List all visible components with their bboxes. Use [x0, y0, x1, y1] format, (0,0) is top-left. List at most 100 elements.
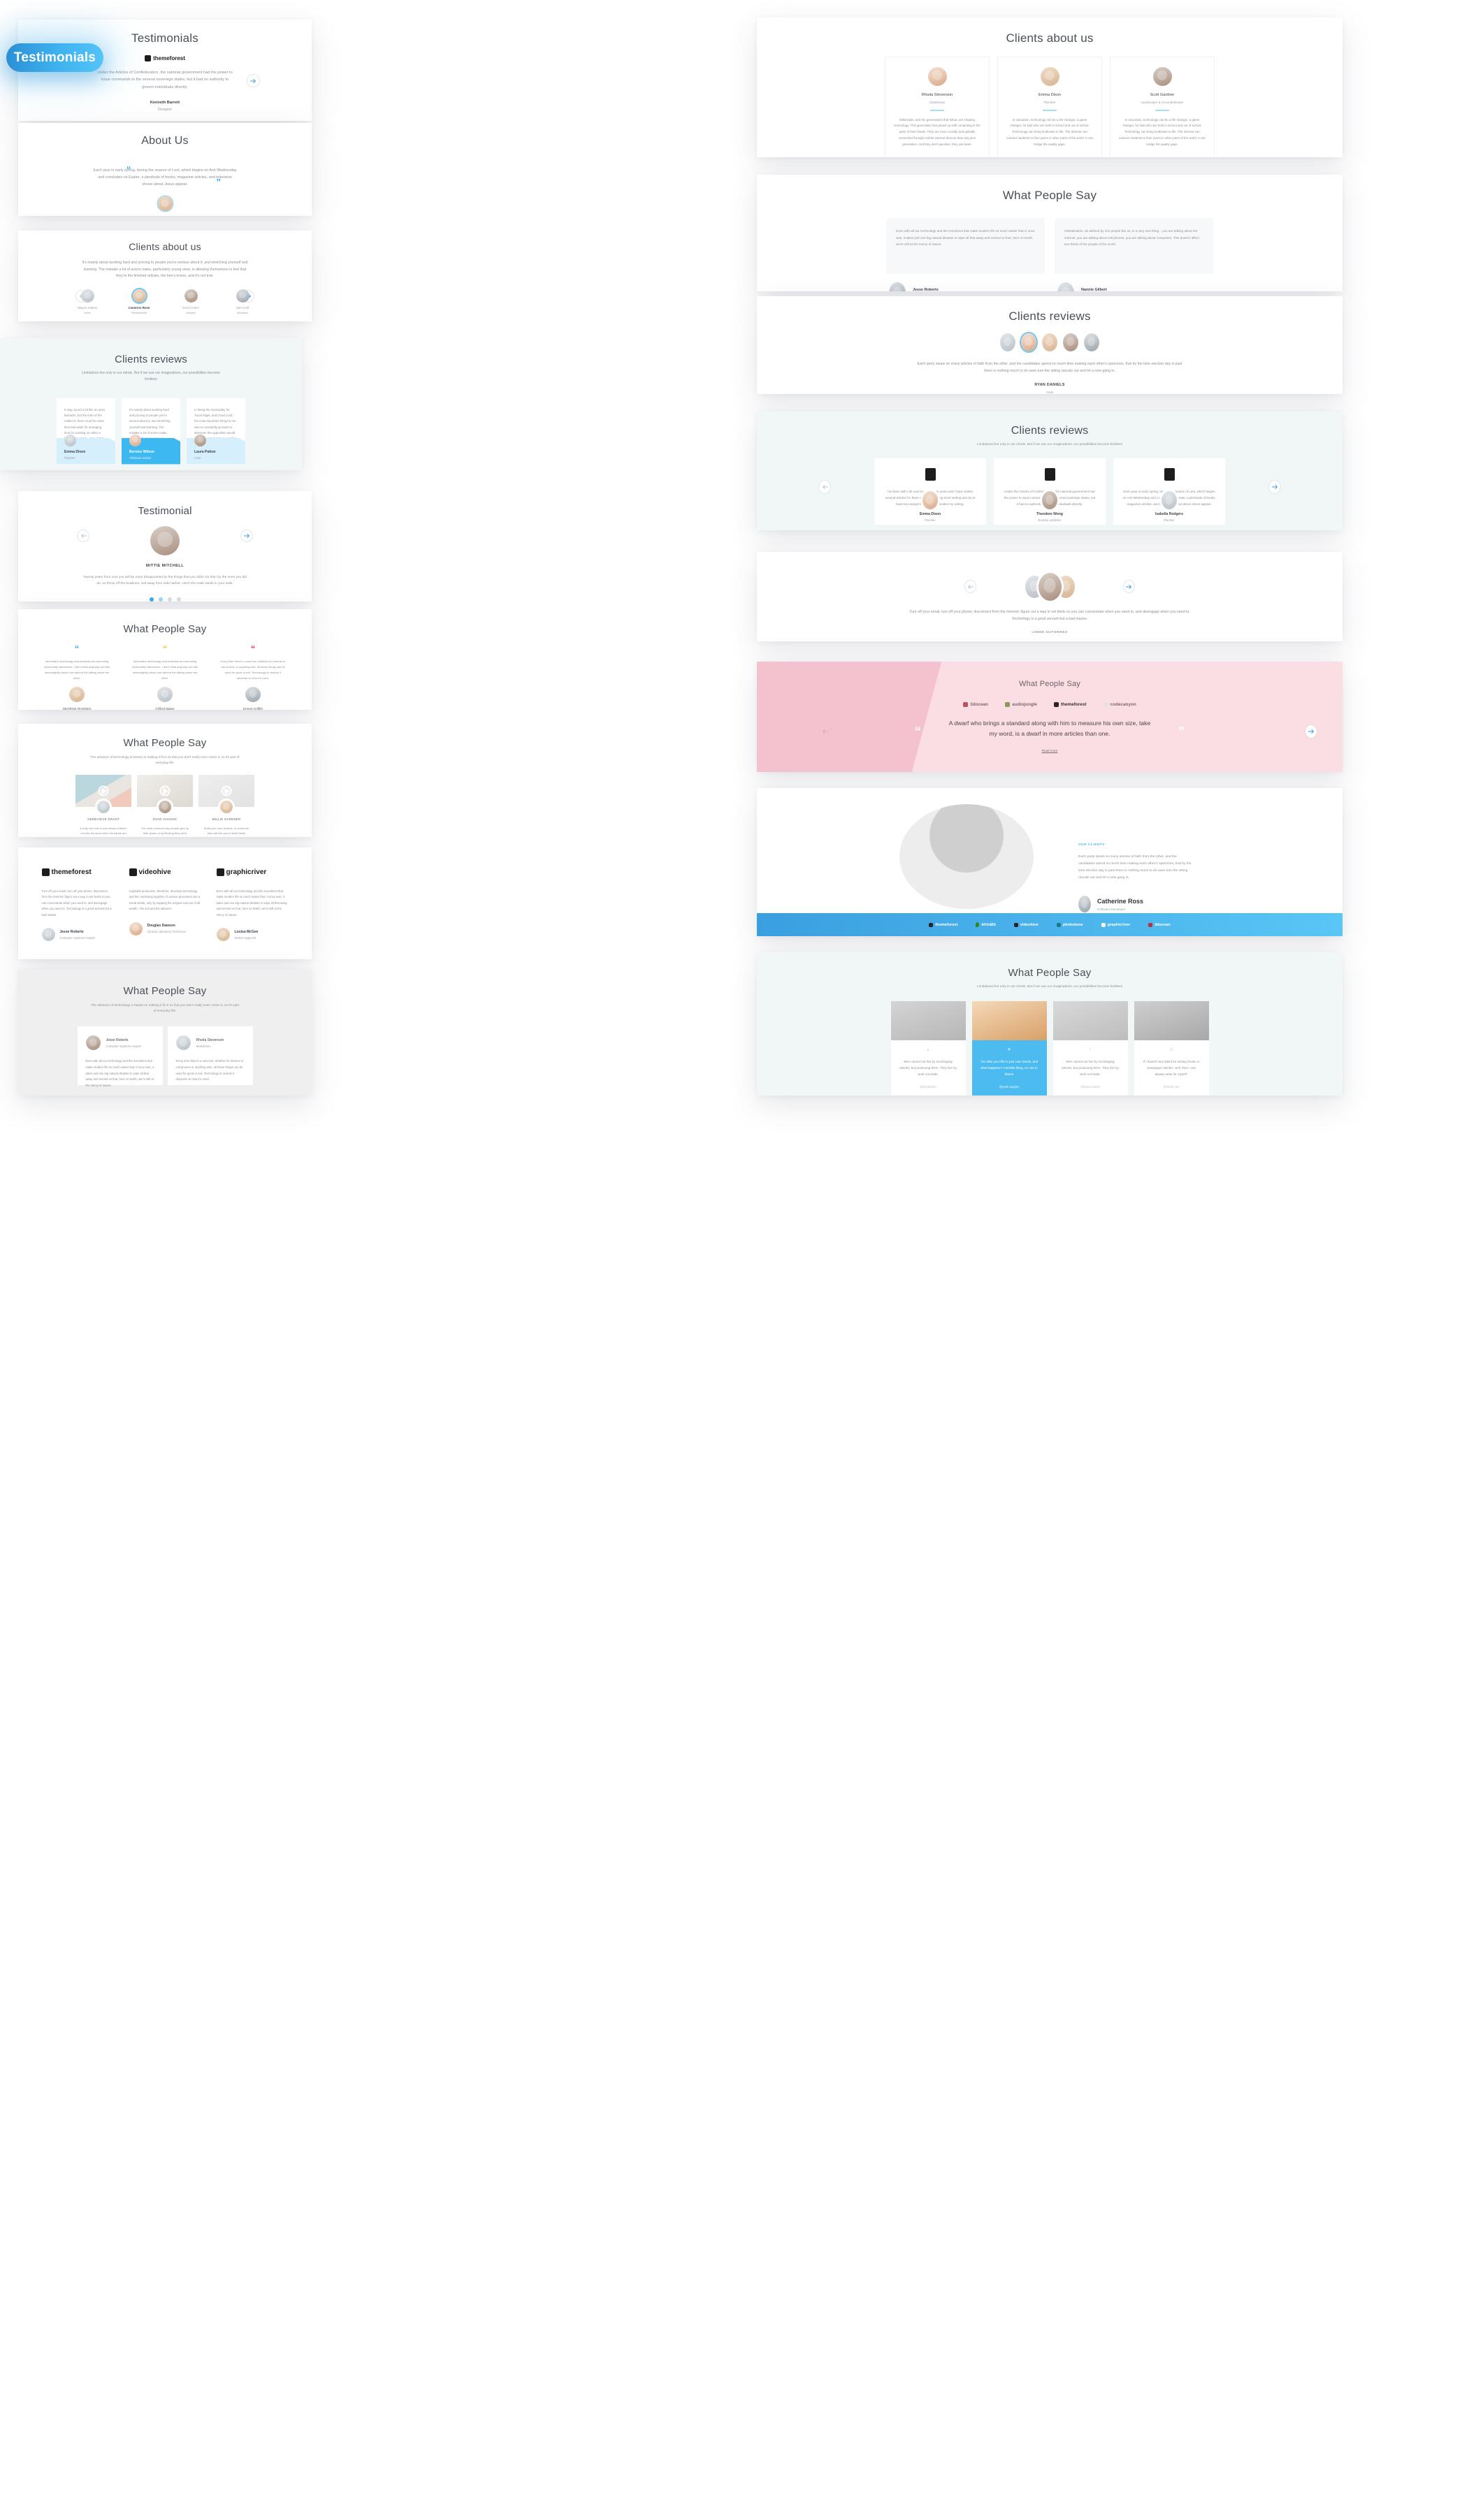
avatar — [97, 801, 110, 814]
avatar-cluster[interactable] — [757, 573, 1343, 601]
dot[interactable] — [167, 597, 172, 602]
divider — [1155, 110, 1169, 111]
avatar[interactable] — [1021, 333, 1036, 351]
dot[interactable] — [149, 597, 154, 602]
next-slide-button[interactable] — [240, 530, 253, 542]
client-column[interactable]: Scott Gardner Landscaper & Groundskeeper… — [1110, 57, 1215, 157]
author-name: Emma Dixon — [919, 512, 941, 517]
bubble-item: Globalization, as defined by rich people… — [1055, 218, 1213, 291]
themeforest-icon — [41, 868, 50, 876]
avatar — [1152, 67, 1172, 86]
quote-card[interactable]: Rhoda Stevenson Statistician Every time … — [167, 1026, 253, 1086]
avatar[interactable] — [1000, 333, 1015, 351]
3docean-logo: 3docean — [1148, 922, 1171, 927]
video-item[interactable]: WILLIE GARDNER Build your own dreams, or… — [198, 775, 254, 837]
client-role: Landscaper & Groundskeeper — [1141, 101, 1184, 104]
social-text: You take your life in your own hands, an… — [980, 1060, 1039, 1077]
avatar[interactable] — [1063, 333, 1078, 351]
avatar[interactable] — [1042, 333, 1057, 351]
video-item[interactable]: EVAN VAUGHN The most common way people g… — [137, 775, 193, 837]
avatar — [64, 434, 76, 446]
video-item[interactable]: GENEVIEVE GRANT A truly rich man is one … — [75, 775, 131, 837]
client-name: Rhoda Stevenson — [921, 93, 953, 97]
review-card[interactable]: Under the Articles of Confederation, the… — [994, 458, 1106, 525]
social-card[interactable]: ● Men cannot not live by exchanging arti… — [890, 1001, 966, 1095]
author-name: Jesse Roberts — [913, 287, 939, 292]
google-icon[interactable]: G — [1168, 1046, 1175, 1054]
facebook-icon[interactable]: f — [1087, 1046, 1094, 1054]
divider — [1043, 110, 1057, 111]
next-slide-button[interactable] — [1305, 724, 1317, 738]
author-role: Plumber — [925, 518, 936, 523]
quote-close-icon: ” — [216, 177, 222, 187]
author-role: Clinical Laboratory Technician — [147, 930, 187, 934]
social-card[interactable]: G If I haven't any talent for writing bo… — [1134, 1001, 1209, 1095]
prev-slide-button[interactable] — [818, 480, 831, 494]
quote-mark-icon: “ — [250, 643, 256, 654]
videohive-logo: videohive — [129, 868, 171, 876]
audiojungle-icon — [1044, 468, 1055, 481]
avatar — [1040, 67, 1059, 86]
social-handle: @bergstrom — [920, 1085, 936, 1089]
twitter-icon[interactable]: ✈ — [1006, 1046, 1013, 1054]
quote-open-icon: “ — [126, 164, 131, 175]
next-slide-button[interactable] — [247, 74, 260, 87]
client-column[interactable]: Emma Dixon Plumber In education, technol… — [997, 57, 1102, 157]
author-name: EVAN VAUGHN — [153, 817, 177, 822]
social-text: If I haven't any talent for writing book… — [1143, 1060, 1200, 1077]
social-card[interactable]: ✈ You take your life in your own hands, … — [971, 1001, 1047, 1095]
review-card[interactable]: It's mainly about working hard and provi… — [122, 398, 180, 465]
client-role: Plumber — [1043, 101, 1056, 104]
dot[interactable] — [176, 597, 181, 602]
prev-slide-button[interactable] — [964, 580, 976, 593]
play-icon[interactable] — [159, 785, 171, 796]
next-slide-button[interactable] — [1268, 480, 1281, 494]
play-icon[interactable] — [221, 785, 232, 796]
page-title: What People Say — [1008, 967, 1092, 979]
pink-quote: A dwarf who brings a standard along with… — [948, 720, 1151, 738]
page-title: About Us — [141, 135, 189, 147]
avatar — [1162, 491, 1177, 510]
page-title: Clients about us — [1006, 31, 1094, 45]
author-name: GEORGE RHODES — [62, 706, 92, 710]
read-more-link[interactable]: Read more — [757, 749, 1343, 752]
videohive-icon — [1013, 922, 1018, 927]
review-card[interactable]: In doing the screenplay for 'Good Night,… — [187, 398, 245, 465]
card-what-people-say-bubbles: What People Say Even with all our techno… — [757, 175, 1343, 291]
author-role: Computer Systems Analyst — [106, 1044, 141, 1048]
photodune-logo: photodune — [1056, 922, 1083, 927]
prev-slide-button[interactable] — [77, 530, 89, 542]
avatar[interactable] — [1084, 333, 1099, 351]
about-quote: Each year in early spring, during the se… — [93, 168, 237, 187]
carousel-dots[interactable] — [18, 597, 312, 602]
avatar-selector[interactable] — [757, 333, 1343, 351]
audiojungle-logo: audiojungle — [1005, 702, 1037, 707]
avatar — [1042, 491, 1057, 510]
client-column[interactable]: Rhoda Stevenson Statistician Millennials… — [885, 57, 990, 157]
avatar — [80, 289, 94, 303]
page-title: What People Say — [1002, 189, 1097, 202]
author-role: Desktop publisher — [1038, 518, 1062, 523]
quote-card[interactable]: Jesse Roberts Computer Systems Analyst E… — [77, 1026, 163, 1087]
review-card[interactable]: Each year in early spring, during the se… — [1113, 458, 1225, 525]
person[interactable]: Cameron Rose Receptionist — [123, 289, 155, 314]
page-subtitle: Limitations live only in our minds. But … — [977, 985, 1122, 989]
review-card[interactable]: I've been with Life now for seventeen ye… — [874, 458, 986, 525]
avatar[interactable] — [1038, 573, 1062, 601]
themeforest-icon — [925, 468, 936, 481]
review-card[interactable]: It may sound a bit like an army barracks… — [57, 398, 115, 465]
author-role: Plumber — [1164, 518, 1175, 523]
codecanyon-icon — [1164, 468, 1175, 481]
testimonials-badge: Testimonials — [6, 43, 103, 72]
dot[interactable] — [158, 597, 163, 602]
dribbble-icon[interactable]: ● — [925, 1046, 932, 1054]
play-icon[interactable] — [98, 785, 109, 796]
person[interactable]: Scott Cortez Actuary — [175, 289, 207, 314]
card-clients-reviews-icons: Clients reviews Limitations live only in… — [757, 411, 1343, 530]
prev-slide-button[interactable] — [818, 724, 831, 738]
next-slide-button[interactable] — [1123, 580, 1135, 593]
quote-close-icon: ” — [1178, 724, 1185, 738]
card-what-people-say-grey: What People Say The advance of technolog… — [18, 970, 312, 1095]
social-card[interactable]: f Men cannot not live by exchanging arti… — [1052, 1001, 1128, 1095]
testimonials-preview-board: Testimonials themeforest Under the Artic… — [0, 0, 1476, 2520]
